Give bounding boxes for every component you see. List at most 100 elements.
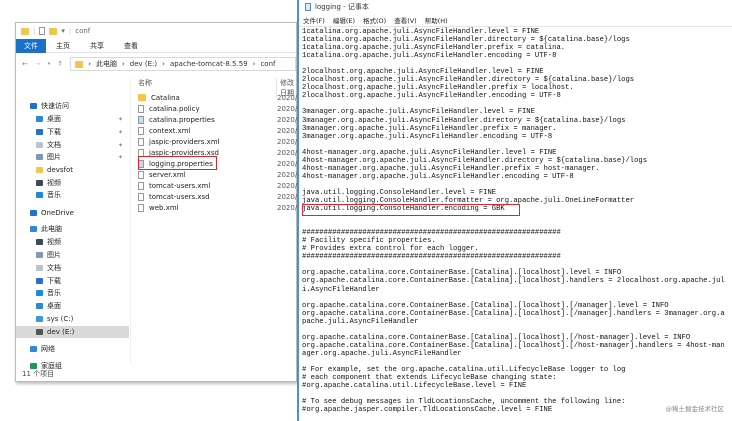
- sidebar-item[interactable]: devsfot: [16, 164, 129, 176]
- forward-arrow-icon[interactable]: →: [35, 60, 41, 68]
- file-row[interactable]: tomcat-users.xml 2020/1: [138, 180, 302, 191]
- sidebar-item[interactable]: 下载 ✦: [16, 126, 129, 138]
- up-arrow-icon[interactable]: ↑: [57, 60, 63, 68]
- breadcrumb-item[interactable]: dev (E:): [130, 60, 157, 68]
- text-editor[interactable]: 1catalina.org.apache.juli.AsyncFileHandl…: [302, 28, 728, 414]
- navigation-pane: 快速访问 桌面 ✦ 下载 ✦ 文档 ✦ 图片 ✦ devsfot 视频 音乐 OneDrive 此电脑 视频…: [16, 102, 129, 370]
- menu-help[interactable]: 帮助(H): [425, 15, 448, 25]
- file-name: catalina.properties: [149, 115, 215, 124]
- sidebar-item[interactable]: 音乐: [16, 189, 129, 201]
- document-icon: [36, 142, 43, 148]
- text-line: 4host-manager.org.apache.juli.AsyncFileH…: [302, 156, 648, 165]
- status-item-count: 11 个项目: [22, 370, 55, 378]
- text-line: ########################################…: [302, 229, 561, 238]
- highlight-box: [138, 156, 217, 170]
- text-line: ########################################…: [302, 253, 561, 262]
- sidebar-item[interactable]: 视频: [16, 236, 129, 248]
- sidebar-item-label: 快速访问: [41, 102, 69, 110]
- ribbon-tabs: 文件 主页 共享 查看: [16, 38, 296, 53]
- text-line: [302, 60, 728, 68]
- sidebar-item[interactable]: 桌面 ✦: [16, 113, 129, 125]
- sidebar-item-label: 文档: [47, 264, 61, 272]
- sidebar-item[interactable]: 桌面: [16, 300, 129, 312]
- pin-icon[interactable]: ✦: [118, 154, 123, 161]
- file-row[interactable]: context.xml 2020/1: [138, 125, 302, 136]
- text-line: [302, 100, 728, 108]
- sidebar-item[interactable]: sys (C:): [16, 313, 129, 325]
- text-line: [302, 221, 728, 229]
- sidebar-item-label: devsfot: [47, 166, 74, 174]
- text-line: org.apache.catalina.core.ContainerBase.[…: [302, 301, 669, 310]
- breadcrumb-item[interactable]: apache-tomcat-8.5.59: [170, 60, 248, 68]
- music-icon: [36, 192, 43, 198]
- new-folder-icon[interactable]: [49, 27, 58, 35]
- window-title: logging - 记事本: [315, 3, 369, 11]
- text-line: org.apache.catalina.core.ContainerBase.[…: [302, 269, 622, 278]
- sidebar-item[interactable]: 图片: [16, 249, 129, 261]
- sidebar-item-label: OneDrive: [41, 209, 74, 217]
- breadcrumb-item[interactable]: conf: [260, 60, 275, 68]
- pin-icon[interactable]: ✦: [118, 129, 123, 136]
- back-arrow-icon[interactable]: ←: [22, 60, 28, 68]
- file-name: Catalina: [151, 93, 180, 102]
- file-row[interactable]: catalina.policy 2020/1: [138, 103, 302, 114]
- pictures-icon: [36, 252, 43, 258]
- pin-icon[interactable]: ✦: [118, 116, 123, 123]
- text-line: [302, 326, 728, 334]
- xml-file-icon: [138, 126, 144, 135]
- text-line: # each component that extends LifecycleB…: [302, 374, 557, 383]
- tab-view[interactable]: 查看: [114, 39, 148, 53]
- sidebar-item[interactable]: dev (E:): [16, 326, 129, 338]
- menu-view[interactable]: 查看(V): [394, 15, 417, 25]
- sidebar-item[interactable]: 下载: [16, 275, 129, 287]
- tab-file[interactable]: 文件: [16, 38, 46, 53]
- text-line: 1catalina.org.apache.juli.AsyncFileHandl…: [302, 44, 566, 53]
- recent-chevron-icon[interactable]: ▾: [48, 61, 51, 67]
- cloud-icon: [30, 210, 37, 216]
- file-row[interactable]: jaspic-providers.xml 2020/1: [138, 136, 302, 147]
- document-icon: [36, 265, 43, 271]
- sidebar-item[interactable]: 文档 ✦: [16, 139, 129, 151]
- file-row[interactable]: server.xml 2020/1: [138, 169, 302, 180]
- sidebar-item[interactable]: 网络: [16, 343, 129, 355]
- sidebar-item[interactable]: 快速访问: [16, 100, 129, 112]
- text-line: 1catalina.org.apache.juli.AsyncFileHandl…: [302, 28, 540, 36]
- breadcrumb-item[interactable]: 此电脑: [96, 59, 117, 69]
- notepad-window: logging - 记事本 文件(F) 编辑(E) 格式(O) 查看(V) 帮助…: [297, 0, 732, 421]
- file-row[interactable]: web.xml 2020/1: [138, 202, 302, 213]
- tab-share[interactable]: 共享: [80, 39, 114, 53]
- menu-edit[interactable]: 编辑(E): [333, 15, 355, 25]
- text-line: 3manager.org.apache.juli.AsyncFileHandle…: [302, 124, 557, 133]
- file-row[interactable]: Catalina 2020/1: [138, 92, 302, 103]
- xml-file-icon: [138, 181, 144, 190]
- text-line: #org.apache.jasper.compiler.TldLocations…: [302, 406, 553, 415]
- text-line: 3manager.org.apache.juli.AsyncFileHandle…: [302, 132, 553, 141]
- menu-format[interactable]: 格式(O): [363, 15, 386, 25]
- sidebar-item-label: 视频: [47, 179, 61, 187]
- file-row[interactable]: catalina.properties 2020/1: [138, 114, 302, 125]
- folder-icon: [21, 27, 29, 35]
- network-icon: [30, 346, 37, 352]
- sidebar-item[interactable]: 音乐: [16, 287, 129, 299]
- column-header-name[interactable]: 名称: [138, 78, 152, 88]
- file-name: web.xml: [149, 203, 179, 212]
- sidebar-item[interactable]: OneDrive: [16, 207, 129, 219]
- sidebar-item[interactable]: 视频: [16, 177, 129, 189]
- computer-icon: [30, 226, 37, 232]
- address-bar[interactable]: › 此电脑 › dev (E:) › apache-tomcat-8.5.59 › c…: [70, 57, 296, 71]
- menu-file[interactable]: 文件(F): [303, 15, 325, 25]
- text-line: [302, 141, 728, 149]
- desktop-icon: [36, 116, 43, 122]
- sidebar-item-label: 桌面: [47, 115, 61, 123]
- tab-home[interactable]: 主页: [46, 39, 80, 53]
- sidebar-item[interactable]: 文档: [16, 262, 129, 274]
- sidebar-item[interactable]: 此电脑: [16, 223, 129, 235]
- file-row[interactable]: tomcat-users.xsd 2020/1: [138, 191, 302, 202]
- properties-icon[interactable]: [39, 27, 46, 35]
- sidebar-item-label: 此电脑: [41, 225, 62, 233]
- notepad-title-bar: logging - 记事本: [299, 0, 732, 14]
- chevron-down-icon[interactable]: ▾: [61, 27, 65, 35]
- pane-divider[interactable]: [130, 78, 131, 363]
- pin-icon[interactable]: ✦: [118, 142, 123, 149]
- sidebar-item[interactable]: 图片 ✦: [16, 151, 129, 163]
